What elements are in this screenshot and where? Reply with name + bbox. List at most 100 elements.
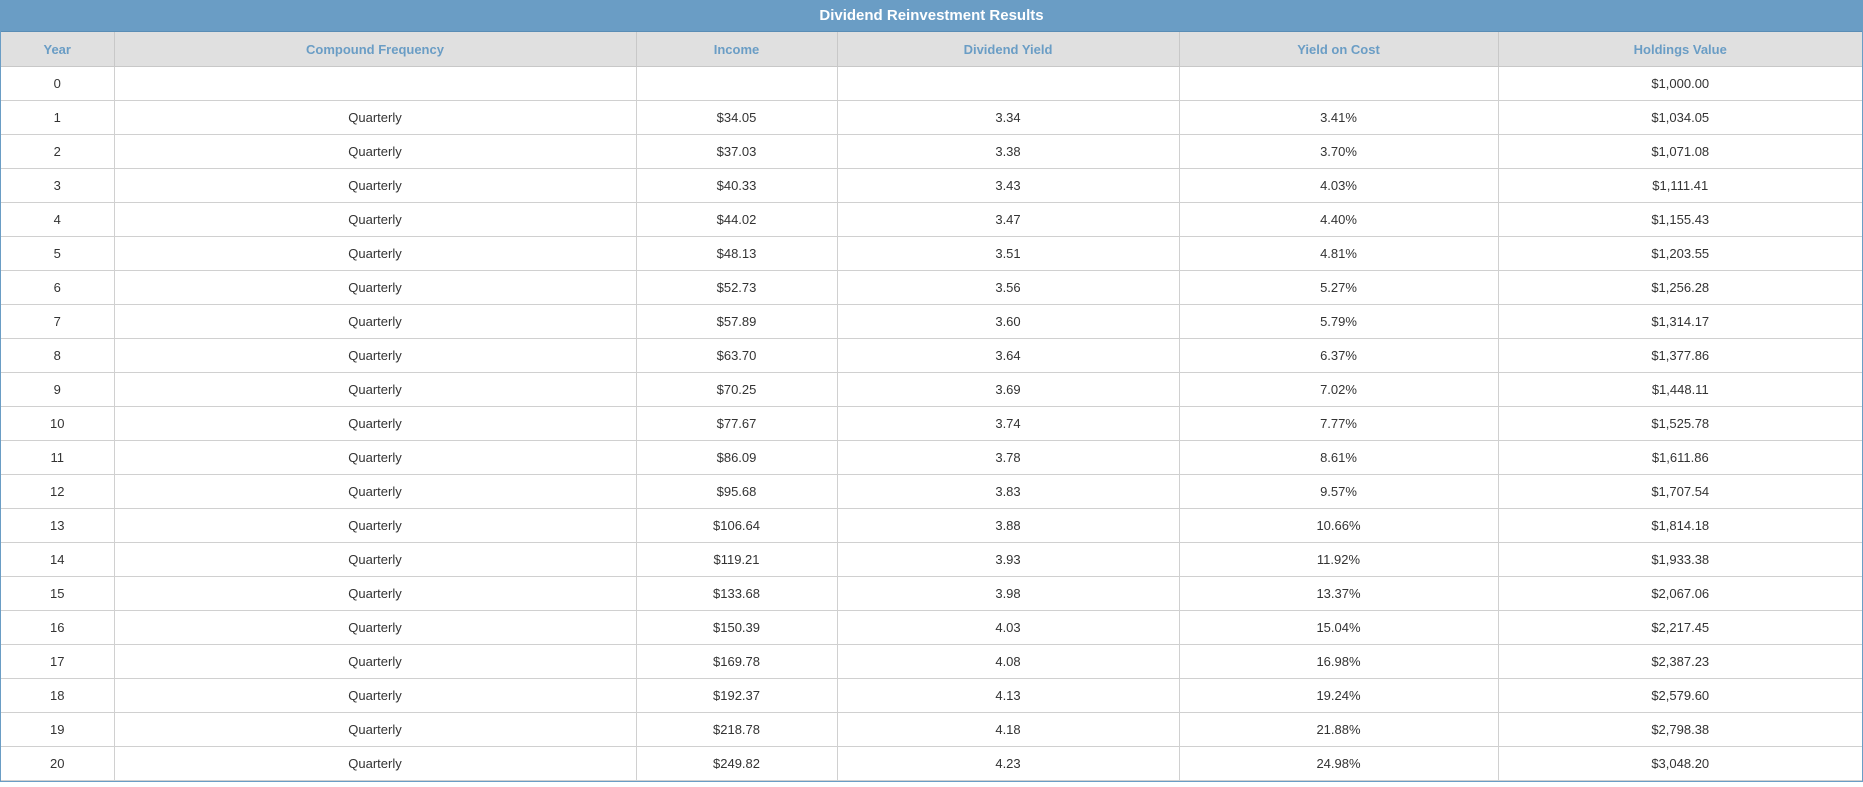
cell-yield-on-cost: 24.98% bbox=[1179, 746, 1499, 781]
cell-dividend-yield: 3.78 bbox=[837, 440, 1180, 475]
cell-yield-on-cost: 7.77% bbox=[1179, 406, 1499, 441]
cell-holdings-value: $1,314.17 bbox=[1498, 304, 1862, 339]
cell-compound-frequency: Quarterly bbox=[114, 610, 637, 645]
table-row: 13 Quarterly $106.64 3.88 10.66% $1,814.18 bbox=[1, 508, 1862, 543]
table-row: 20 Quarterly $249.82 4.23 24.98% $3,048.20 bbox=[1, 746, 1862, 781]
table-row: 10 Quarterly $77.67 3.74 7.77% $1,525.78 bbox=[1, 406, 1862, 441]
cell-income: $150.39 bbox=[636, 610, 838, 645]
cell-yield-on-cost: 6.37% bbox=[1179, 338, 1499, 373]
cell-compound-frequency: Quarterly bbox=[114, 678, 637, 713]
cell-year: 14 bbox=[1, 542, 115, 577]
cell-year: 10 bbox=[1, 406, 115, 441]
cell-dividend-yield: 3.83 bbox=[837, 474, 1180, 509]
table-row: 7 Quarterly $57.89 3.60 5.79% $1,314.17 bbox=[1, 304, 1862, 339]
column-header-holdings-value: Holdings Value bbox=[1498, 32, 1862, 67]
cell-dividend-yield: 3.47 bbox=[837, 202, 1180, 237]
cell-year: 0 bbox=[1, 66, 115, 101]
cell-year: 11 bbox=[1, 440, 115, 475]
cell-holdings-value: $2,217.45 bbox=[1498, 610, 1862, 645]
table-row: 3 Quarterly $40.33 3.43 4.03% $1,111.41 bbox=[1, 168, 1862, 203]
cell-year: 4 bbox=[1, 202, 115, 237]
cell-income: $57.89 bbox=[636, 304, 838, 339]
cell-dividend-yield: 3.43 bbox=[837, 168, 1180, 203]
cell-year: 20 bbox=[1, 746, 115, 781]
cell-income: $106.64 bbox=[636, 508, 838, 543]
table-header-row: Year Compound Frequency Income Dividend Yie… bbox=[1, 32, 1862, 67]
cell-year: 1 bbox=[1, 100, 115, 135]
column-header-yield-on-cost: Yield on Cost bbox=[1179, 32, 1499, 67]
cell-year: 19 bbox=[1, 712, 115, 747]
cell-compound-frequency: Quarterly bbox=[114, 372, 637, 407]
cell-compound-frequency: Quarterly bbox=[114, 100, 637, 135]
cell-income: $37.03 bbox=[636, 134, 838, 169]
cell-income bbox=[636, 66, 838, 101]
table-row: 2 Quarterly $37.03 3.38 3.70% $1,071.08 bbox=[1, 134, 1862, 169]
cell-income: $70.25 bbox=[636, 372, 838, 407]
cell-dividend-yield: 4.23 bbox=[837, 746, 1180, 781]
cell-income: $52.73 bbox=[636, 270, 838, 305]
cell-yield-on-cost: 5.79% bbox=[1179, 304, 1499, 339]
cell-yield-on-cost: 13.37% bbox=[1179, 576, 1499, 611]
column-header-compound-frequency: Compound Frequency bbox=[114, 32, 637, 67]
cell-holdings-value: $1,377.86 bbox=[1498, 338, 1862, 373]
cell-compound-frequency: Quarterly bbox=[114, 542, 637, 577]
cell-compound-frequency: Quarterly bbox=[114, 270, 637, 305]
cell-holdings-value: $1,155.43 bbox=[1498, 202, 1862, 237]
table-row: 1 Quarterly $34.05 3.34 3.41% $1,034.05 bbox=[1, 100, 1862, 135]
results-title: Dividend Reinvestment Results bbox=[1, 0, 1862, 32]
cell-year: 12 bbox=[1, 474, 115, 509]
table-row: 15 Quarterly $133.68 3.98 13.37% $2,067.06 bbox=[1, 576, 1862, 611]
cell-income: $40.33 bbox=[636, 168, 838, 203]
cell-holdings-value: $1,203.55 bbox=[1498, 236, 1862, 271]
cell-yield-on-cost: 3.41% bbox=[1179, 100, 1499, 135]
cell-dividend-yield: 3.88 bbox=[837, 508, 1180, 543]
cell-year: 6 bbox=[1, 270, 115, 305]
table-row: 6 Quarterly $52.73 3.56 5.27% $1,256.28 bbox=[1, 270, 1862, 305]
cell-holdings-value: $1,000.00 bbox=[1498, 66, 1862, 101]
cell-dividend-yield: 3.69 bbox=[837, 372, 1180, 407]
table-row: 19 Quarterly $218.78 4.18 21.88% $2,798.38 bbox=[1, 712, 1862, 747]
cell-holdings-value: $1,448.11 bbox=[1498, 372, 1862, 407]
cell-income: $48.13 bbox=[636, 236, 838, 271]
cell-year: 8 bbox=[1, 338, 115, 373]
cell-income: $34.05 bbox=[636, 100, 838, 135]
cell-holdings-value: $2,387.23 bbox=[1498, 644, 1862, 679]
table-row: 16 Quarterly $150.39 4.03 15.04% $2,217.45 bbox=[1, 610, 1862, 645]
cell-income: $95.68 bbox=[636, 474, 838, 509]
cell-dividend-yield: 4.03 bbox=[837, 610, 1180, 645]
cell-compound-frequency: Quarterly bbox=[114, 576, 637, 611]
cell-yield-on-cost: 21.88% bbox=[1179, 712, 1499, 747]
table-row: 12 Quarterly $95.68 3.83 9.57% $1,707.54 bbox=[1, 474, 1862, 509]
column-header-year: Year bbox=[1, 32, 115, 67]
cell-year: 13 bbox=[1, 508, 115, 543]
table-row: 5 Quarterly $48.13 3.51 4.81% $1,203.55 bbox=[1, 236, 1862, 271]
cell-year: 17 bbox=[1, 644, 115, 679]
cell-dividend-yield: 3.98 bbox=[837, 576, 1180, 611]
cell-compound-frequency: Quarterly bbox=[114, 440, 637, 475]
dividend-results-panel: Dividend Reinvestment Results Year Compou… bbox=[0, 0, 1863, 782]
cell-income: $119.21 bbox=[636, 542, 838, 577]
cell-income: $169.78 bbox=[636, 644, 838, 679]
cell-year: 15 bbox=[1, 576, 115, 611]
cell-year: 3 bbox=[1, 168, 115, 203]
cell-yield-on-cost: 19.24% bbox=[1179, 678, 1499, 713]
cell-income: $86.09 bbox=[636, 440, 838, 475]
cell-compound-frequency: Quarterly bbox=[114, 508, 637, 543]
cell-yield-on-cost: 3.70% bbox=[1179, 134, 1499, 169]
cell-compound-frequency: Quarterly bbox=[114, 304, 637, 339]
cell-year: 5 bbox=[1, 236, 115, 271]
cell-dividend-yield: 3.60 bbox=[837, 304, 1180, 339]
cell-compound-frequency: Quarterly bbox=[114, 338, 637, 373]
cell-dividend-yield: 3.74 bbox=[837, 406, 1180, 441]
table-row: 0 $1,000.00 bbox=[1, 66, 1862, 101]
cell-yield-on-cost: 11.92% bbox=[1179, 542, 1499, 577]
table-row: 9 Quarterly $70.25 3.69 7.02% $1,448.11 bbox=[1, 372, 1862, 407]
cell-holdings-value: $3,048.20 bbox=[1498, 746, 1862, 781]
cell-yield-on-cost: 7.02% bbox=[1179, 372, 1499, 407]
cell-dividend-yield: 4.13 bbox=[837, 678, 1180, 713]
cell-compound-frequency: Quarterly bbox=[114, 202, 637, 237]
cell-holdings-value: $1,611.86 bbox=[1498, 440, 1862, 475]
cell-income: $218.78 bbox=[636, 712, 838, 747]
cell-holdings-value: $2,798.38 bbox=[1498, 712, 1862, 747]
cell-year: 9 bbox=[1, 372, 115, 407]
